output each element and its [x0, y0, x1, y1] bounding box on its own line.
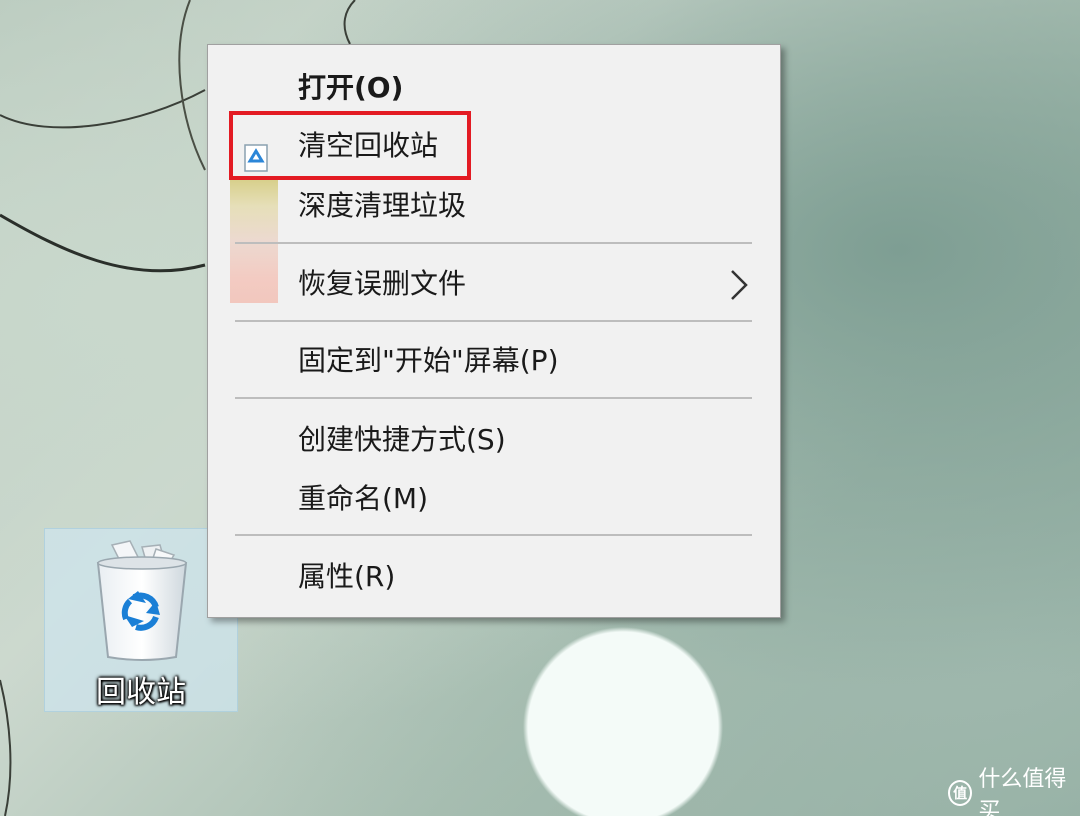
watermark: 值 什么值得买 [948, 767, 1080, 824]
menu-item-create-shortcut-label: 创建快捷方式(S) [298, 423, 506, 456]
menu-separator [235, 534, 752, 536]
menu-item-properties-label: 属性(R) [298, 560, 396, 593]
menu-item-pin-to-start[interactable]: 固定到"开始"屏幕(P) [208, 332, 780, 390]
menu-item-create-shortcut[interactable]: 创建快捷方式(S) [208, 411, 780, 469]
menu-item-recover-files[interactable]: 恢复误删文件 [208, 255, 780, 313]
menu-item-open-label: 打开(O) [298, 71, 404, 104]
recycle-bin-label: 回收站 [96, 675, 186, 710]
menu-item-open[interactable]: 打开(O) [208, 59, 780, 117]
menu-separator [235, 397, 752, 399]
menu-separator [235, 242, 752, 244]
menu-item-deep-clean-label: 深度清理垃圾 [298, 189, 467, 222]
chevron-right-icon [731, 270, 748, 300]
menu-item-rename[interactable]: 重命名(M) [208, 470, 780, 528]
highlight-annotation-box [229, 111, 471, 180]
menu-separator [235, 320, 752, 322]
watermark-text: 什么值得买 [978, 767, 1067, 824]
menu-item-recover-files-label: 恢复误删文件 [298, 267, 467, 300]
menu-item-rename-label: 重命名(M) [298, 482, 429, 515]
recycle-bin-icon [96, 540, 188, 661]
menu-item-pin-to-start-label: 固定到"开始"屏幕(P) [298, 344, 559, 377]
menu-item-deep-clean[interactable]: 深度清理垃圾 [208, 177, 780, 235]
menu-item-properties[interactable]: 属性(R) [208, 548, 780, 606]
watermark-logo-icon: 值 [948, 780, 973, 806]
